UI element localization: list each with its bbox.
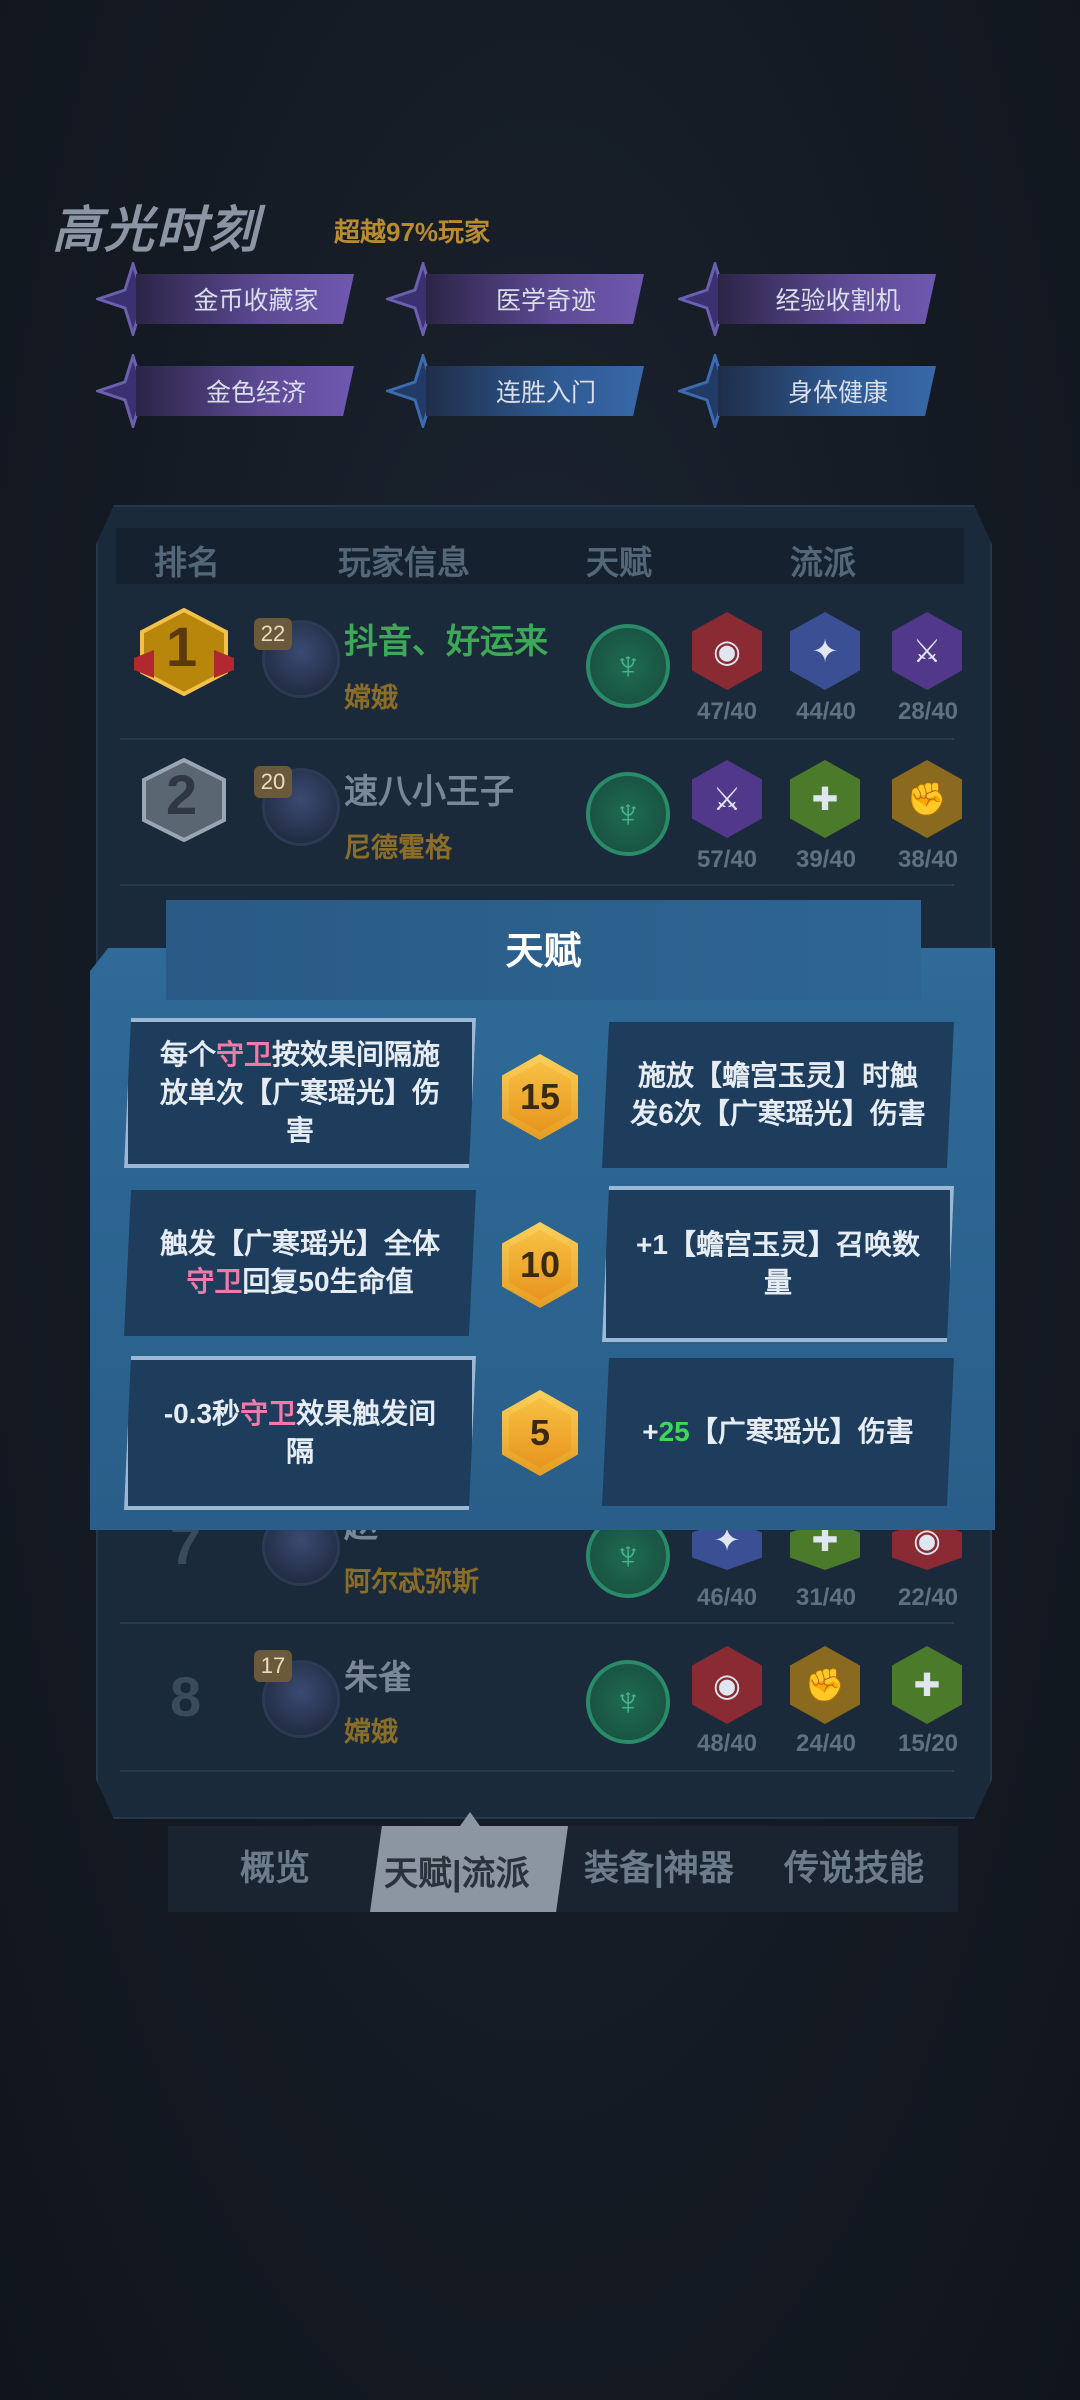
badge-medical-miracle[interactable]: 医学奇迹 <box>386 262 646 336</box>
header-rank: 排名 <box>154 544 220 581</box>
badge-exp-harvester[interactable]: 经验收割机 <box>678 262 938 336</box>
rank-number: 2 <box>166 763 198 826</box>
rank-number: 1 <box>166 615 198 678</box>
talent-text-part: 每个 <box>159 1039 216 1070</box>
talent-keyword: 守卫 <box>215 1039 272 1070</box>
talent-text-part: -0.3秒 <box>163 1398 241 1429</box>
row-divider <box>120 1770 954 1772</box>
build-count: 38/40 <box>897 846 959 873</box>
tab-talent-build-label: 天赋|流派 <box>384 1855 530 1893</box>
build-count: 24/40 <box>795 1730 857 1757</box>
talent-keyword: 守卫 <box>186 1266 243 1297</box>
talent-option-15-left[interactable]: 每个守卫按效果间隔施放单次【广寒瑶光】伤害 <box>124 1018 476 1168</box>
talent-option-5-right[interactable]: +25【广寒瑶光】伤害 <box>602 1358 954 1506</box>
player-name: 朱雀 <box>344 1659 412 1697</box>
badge-healthy-body[interactable]: 身体健康 <box>678 354 938 428</box>
tab-equipment-artifact[interactable]: 装备|神器 <box>584 1840 734 1891</box>
talent-option-text: 每个守卫按效果间隔施放单次【广寒瑶光】伤害 <box>152 1036 448 1150</box>
hero-name: 嫦娥 <box>344 683 398 713</box>
highlight-subtitle: 超越97%玩家 <box>334 217 491 247</box>
talent-text-part: 【广寒瑶光】伤害 <box>689 1416 914 1447</box>
hero-name: 嫦娥 <box>344 1717 398 1747</box>
hero-name: 尼德霍格 <box>344 833 452 863</box>
badge-label: 身体健康 <box>718 366 936 416</box>
talent-option-text: +1【蟾宫玉灵】召唤数量 <box>636 1229 920 1298</box>
build-count: 46/40 <box>696 1584 758 1611</box>
talent-option-5-left[interactable]: -0.3秒守卫效果触发间隔 <box>124 1356 476 1510</box>
build-count: 28/40 <box>897 698 959 725</box>
player-level: 17 <box>254 1650 292 1682</box>
build-count: 57/40 <box>696 846 758 873</box>
row-divider <box>120 1622 954 1624</box>
row-divider <box>120 738 954 740</box>
build-count: 48/40 <box>696 1730 758 1757</box>
badge-label: 连胜入门 <box>426 366 644 416</box>
talent-text-part: 效果触发间隔 <box>285 1398 437 1467</box>
badge-label: 金色经济 <box>136 366 354 416</box>
badge-label: 医学奇迹 <box>426 274 644 324</box>
player-level: 20 <box>254 766 292 798</box>
talent-keyword: 守卫 <box>240 1398 297 1429</box>
player-name: 抖音、好运来 <box>344 623 548 661</box>
talent-option-text: -0.3秒守卫效果触发间隔 <box>152 1395 448 1471</box>
talent-level-number: 10 <box>509 1230 571 1300</box>
talent-value: 25 <box>658 1416 690 1447</box>
tab-legend-skills[interactable]: 传说技能 <box>784 1840 924 1891</box>
talent-level-number: 5 <box>509 1398 571 1468</box>
build-count: 31/40 <box>795 1584 857 1611</box>
build-count: 47/40 <box>696 698 758 725</box>
build-count: 22/40 <box>897 1584 959 1611</box>
talent-popup-title: 天赋 <box>505 931 582 973</box>
active-tab-caret-icon <box>460 1812 480 1826</box>
header-build: 流派 <box>790 544 856 581</box>
badge-gold-collector[interactable]: 金币收藏家 <box>96 262 356 336</box>
badge-label: 金币收藏家 <box>136 274 354 324</box>
talent-tree-icon[interactable]: ♆ <box>586 624 670 708</box>
talent-tree-icon[interactable]: ♆ <box>586 1660 670 1744</box>
talent-option-text: 施放【蟾宫玉灵】时触发6次【广寒瑶光】伤害 <box>630 1060 926 1129</box>
player-level: 22 <box>254 618 292 650</box>
header-talent: 天赋 <box>586 544 652 581</box>
talent-text-part: + <box>642 1416 659 1447</box>
row-divider <box>120 884 954 886</box>
badge-label: 经验收割机 <box>718 274 936 324</box>
talent-text-part: 触发【广寒瑶光】全体 <box>159 1228 440 1259</box>
badge-golden-economy[interactable]: 金色经济 <box>96 354 356 428</box>
player-name: 速八小王子 <box>344 773 514 811</box>
talent-option-text: 触发【广寒瑶光】全体守卫回复50生命值 <box>148 1225 452 1301</box>
hero-name: 阿尔忒弥斯 <box>344 1567 479 1597</box>
talent-option-10-left[interactable]: 触发【广寒瑶光】全体守卫回复50生命值 <box>124 1190 476 1336</box>
talent-option-text: +25【广寒瑶光】伤害 <box>642 1413 914 1451</box>
talent-tree-icon[interactable]: ♆ <box>586 772 670 856</box>
build-count: 15/20 <box>897 1730 959 1757</box>
rank-number: 8 <box>170 1665 202 1728</box>
highlight-title: 高光时刻 <box>52 202 260 258</box>
badge-win-streak[interactable]: 连胜入门 <box>386 354 646 428</box>
build-count: 44/40 <box>795 698 857 725</box>
talent-level-number: 15 <box>509 1062 571 1132</box>
talent-text-part: 回复50生命值 <box>242 1266 414 1297</box>
talent-option-10-right[interactable]: +1【蟾宫玉灵】召唤数量 <box>602 1186 954 1342</box>
tab-overview[interactable]: 概览 <box>240 1840 310 1891</box>
ranking-header: 排名 玩家信息 天赋 流派 <box>116 528 964 584</box>
build-count: 39/40 <box>795 846 857 873</box>
talent-option-15-right[interactable]: 施放【蟾宫玉灵】时触发6次【广寒瑶光】伤害 <box>602 1022 954 1168</box>
header-player-info: 玩家信息 <box>338 544 470 581</box>
